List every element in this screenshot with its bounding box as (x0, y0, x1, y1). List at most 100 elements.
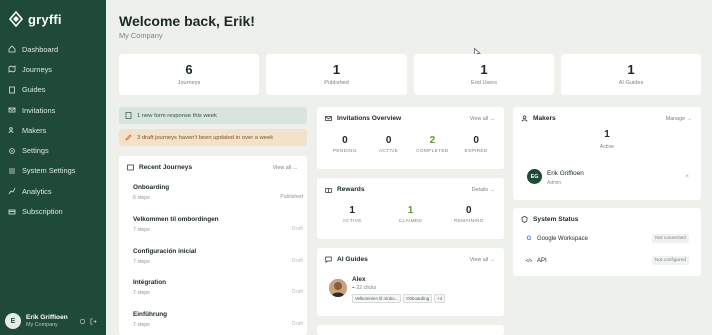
tag: +4 (434, 294, 446, 303)
card-title: System Status (533, 216, 579, 223)
list-item[interactable]: Velkommen til ombordingen 7 steps Draft (133, 216, 303, 233)
mail-icon (8, 107, 16, 113)
system-name: Google Workspace (537, 235, 588, 242)
avatar: E (5, 313, 21, 329)
sidebar-item-analytics[interactable]: Analytics (0, 181, 106, 201)
metric-active: 0 ACTIVE (367, 135, 411, 154)
list-item[interactable]: Onboarding 6 steps Published (133, 184, 303, 201)
guide-clicks: ⌖ 22 clicks (352, 285, 376, 292)
manage-makers-link[interactable]: Manage → (666, 116, 692, 122)
stat-label: Journeys (177, 80, 201, 86)
view-all-invitations-link[interactable]: View all → (470, 116, 495, 122)
guide-tags: Velkommen til ombo... Onboarding +4 (352, 294, 446, 303)
stat-label: AI Guides (618, 80, 644, 86)
notice-text: 3 draft journeys haven't been updated in… (137, 134, 274, 141)
shield-icon (521, 216, 528, 223)
system-row-google[interactable]: G Google Workspace Not connected (525, 234, 689, 243)
sidebar-item-guides[interactable]: Guides (0, 80, 106, 100)
card-header: Rewards (325, 186, 365, 193)
card-title: Makers (533, 115, 556, 122)
stat-value: 1 (480, 62, 488, 77)
brand-logo[interactable]: gryffi (8, 11, 62, 27)
chat-icon (325, 256, 332, 263)
sidebar-item-label: Dashboard (22, 44, 59, 54)
stat-value: 1 (332, 62, 341, 77)
sidebar-footer-actions (79, 318, 97, 325)
view-all-journeys-link[interactable]: View all → (273, 165, 298, 171)
journey-steps: 6 steps (133, 195, 150, 201)
sidebar-item-system-settings[interactable]: System Settings (0, 161, 106, 181)
notice-draft-journeys[interactable]: 3 draft journeys haven't been updated in… (119, 129, 307, 146)
sidebar-item-label: Journeys (22, 64, 52, 74)
logo-icon (8, 11, 24, 27)
page-title: Welcome back, Erik! (119, 13, 255, 29)
document-icon (125, 112, 132, 119)
book-icon (9, 86, 15, 94)
tag: Onboarding (403, 294, 433, 303)
list-item[interactable]: Einführung 7 steps Draft (133, 311, 303, 328)
code-icon: </> (525, 258, 533, 263)
sidebar-item-settings[interactable]: Settings (0, 140, 106, 160)
rewards-card: Rewards Details → 1 ACTIVE 1 CLAIMED 0 R… (317, 178, 504, 239)
card-header: Makers (521, 115, 556, 122)
theme-icon[interactable] (79, 318, 86, 325)
metric-value: 2 (429, 135, 436, 146)
ai-guides-card: AI Guides View all → Alex ⌖ 22 clicks Ve… (317, 248, 504, 316)
stat-published[interactable]: 1 Published (266, 54, 407, 95)
page-subtitle: My Company (119, 31, 163, 40)
metric-label: REMAINING (453, 219, 484, 224)
guide-name[interactable]: Alex (352, 276, 366, 283)
system-row-api[interactable]: </> API Not configured (525, 256, 689, 265)
journey-steps: 7 steps (133, 227, 150, 233)
sidebar-item-journeys[interactable]: Journeys (0, 59, 106, 79)
rewards-details-link[interactable]: Details → (472, 187, 495, 193)
card-header: AI Guides (325, 256, 368, 263)
edit-icon (125, 134, 132, 141)
metric-remaining: 0 REMAINING (440, 205, 498, 224)
view-all-guides-link[interactable]: View all → (470, 257, 495, 263)
stat-label: Published (324, 80, 349, 86)
card-title: Recent Journeys (139, 164, 193, 171)
journey-name: Intégration (133, 279, 167, 286)
gift-icon (325, 188, 332, 193)
sidebar-item-label: Settings (22, 146, 49, 156)
guide-avatar[interactable] (329, 279, 347, 297)
home-icon (8, 45, 16, 53)
chart-icon (8, 188, 16, 195)
journey-status: Draft (291, 289, 303, 295)
recent-journeys-card: Recent Journeys View all → Onboarding 6 … (119, 156, 307, 335)
user-company: My Company (26, 322, 58, 328)
stat-journeys[interactable]: 6 Journeys (119, 54, 259, 95)
list-item[interactable]: Configuración inicial 7 steps Draft (133, 248, 303, 265)
sidebar-item-subscription[interactable]: Subscription (0, 201, 106, 221)
notice-text: 1 new form response this week (137, 112, 217, 119)
sidebar-user[interactable]: E Erik Griffioen My Company (0, 307, 106, 335)
sliders-icon (9, 168, 15, 174)
list-icon (127, 164, 134, 171)
sidebar-item-invitations[interactable]: Invitations (0, 100, 106, 120)
sidebar-nav: Dashboard Journeys Guides Invitations Ma… (0, 39, 106, 222)
journey-status: Draft (291, 226, 303, 232)
stat-ai-guides[interactable]: 1 AI Guides (561, 54, 701, 95)
sidebar-item-makers[interactable]: Makers (0, 120, 106, 140)
sidebar-item-label: Guides (22, 85, 46, 95)
maker-role: Admin (547, 180, 562, 186)
journey-name: Einführung (133, 311, 168, 318)
metric-pending: 0 PENDING (323, 135, 367, 154)
logout-icon[interactable] (90, 318, 97, 325)
card-icon (8, 209, 16, 214)
metric-label: PENDING (332, 149, 357, 154)
status-badge: Not configured (651, 256, 689, 265)
stat-end-users[interactable]: 1 End Users (414, 54, 554, 95)
remove-maker-icon[interactable]: × (685, 174, 689, 180)
cursor-click-icon: ⌖ (352, 285, 355, 291)
gear-icon (9, 147, 15, 154)
list-item[interactable]: Intégration 7 steps Draft (133, 279, 303, 296)
metric-label: COMPLETED (416, 149, 449, 154)
maker-avatar: EG (527, 169, 542, 184)
users-icon (8, 127, 14, 134)
sidebar-item-dashboard[interactable]: Dashboard (0, 39, 106, 59)
notice-form-response[interactable]: 1 new form response this week (119, 107, 307, 124)
card-header: Invitations Overview (325, 115, 401, 122)
makers-card: Makers Manage → 1 Active EG Erik Griffio… (513, 107, 701, 200)
